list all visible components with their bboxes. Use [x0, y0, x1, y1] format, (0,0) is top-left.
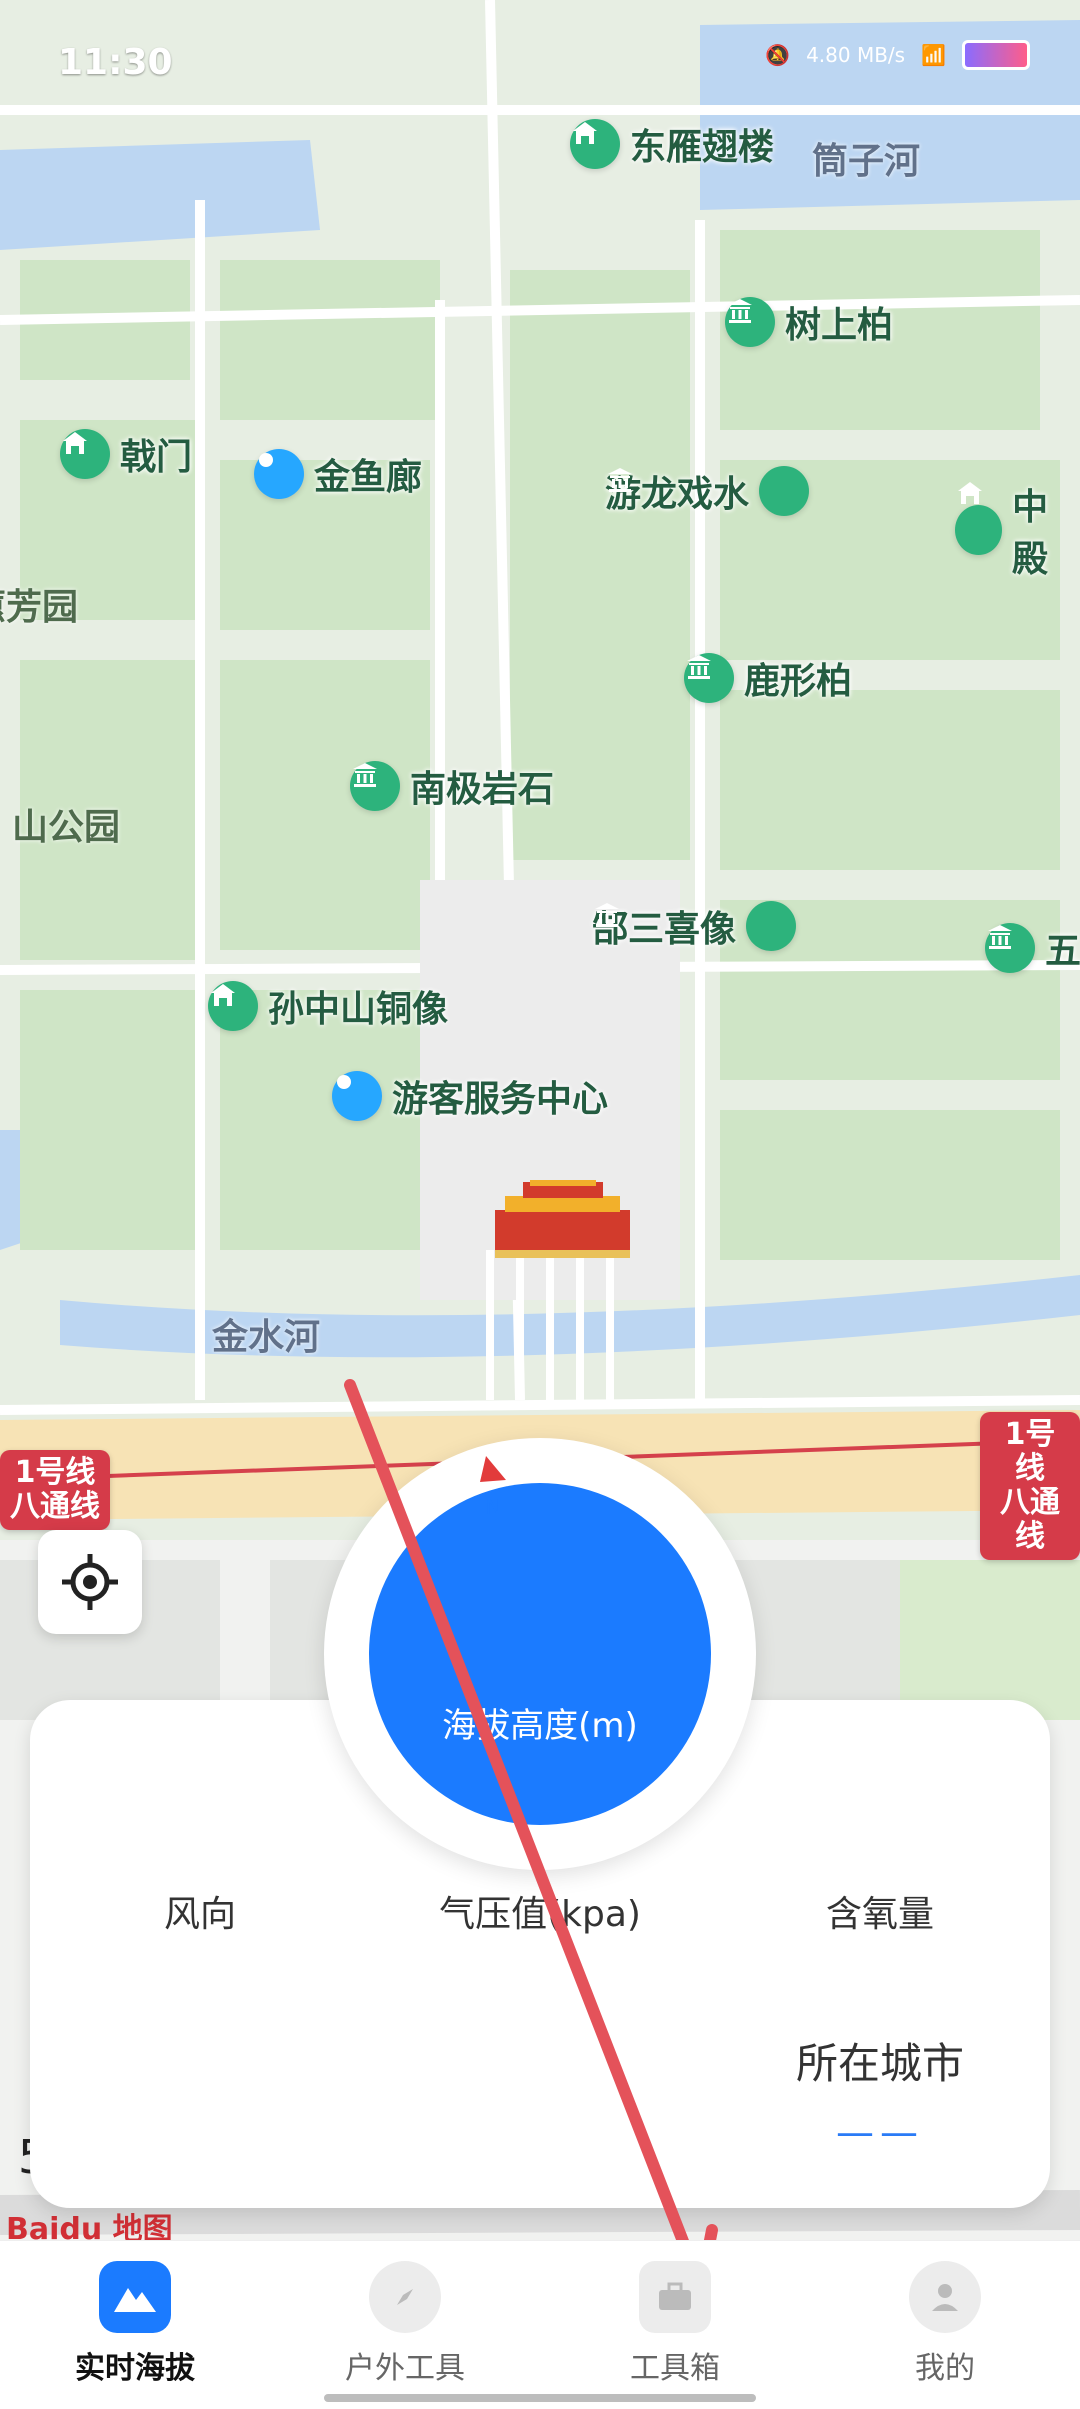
- compass-icon: [369, 2261, 441, 2333]
- user-icon: [909, 2261, 981, 2333]
- bottom-nav: 实时海拔 户外工具 工具箱 我的: [0, 2240, 1080, 2409]
- tab-realtime-altitude[interactable]: 实时海拔: [35, 2261, 235, 2387]
- tab-label: 户外工具: [345, 2351, 465, 2386]
- tab-label: 我的: [915, 2351, 975, 2386]
- mountain-icon: [99, 2261, 171, 2333]
- tab-outdoor-tools[interactable]: 户外工具: [305, 2261, 505, 2387]
- tab-label: 工具箱: [630, 2351, 720, 2386]
- annotation-arrow: [344, 1379, 718, 2298]
- home-indicator[interactable]: [324, 2394, 756, 2402]
- tab-mine[interactable]: 我的: [845, 2261, 1045, 2387]
- toolbox-icon: [639, 2261, 711, 2333]
- tab-toolbox[interactable]: 工具箱: [575, 2261, 775, 2387]
- tab-label: 实时海拔: [75, 2351, 195, 2386]
